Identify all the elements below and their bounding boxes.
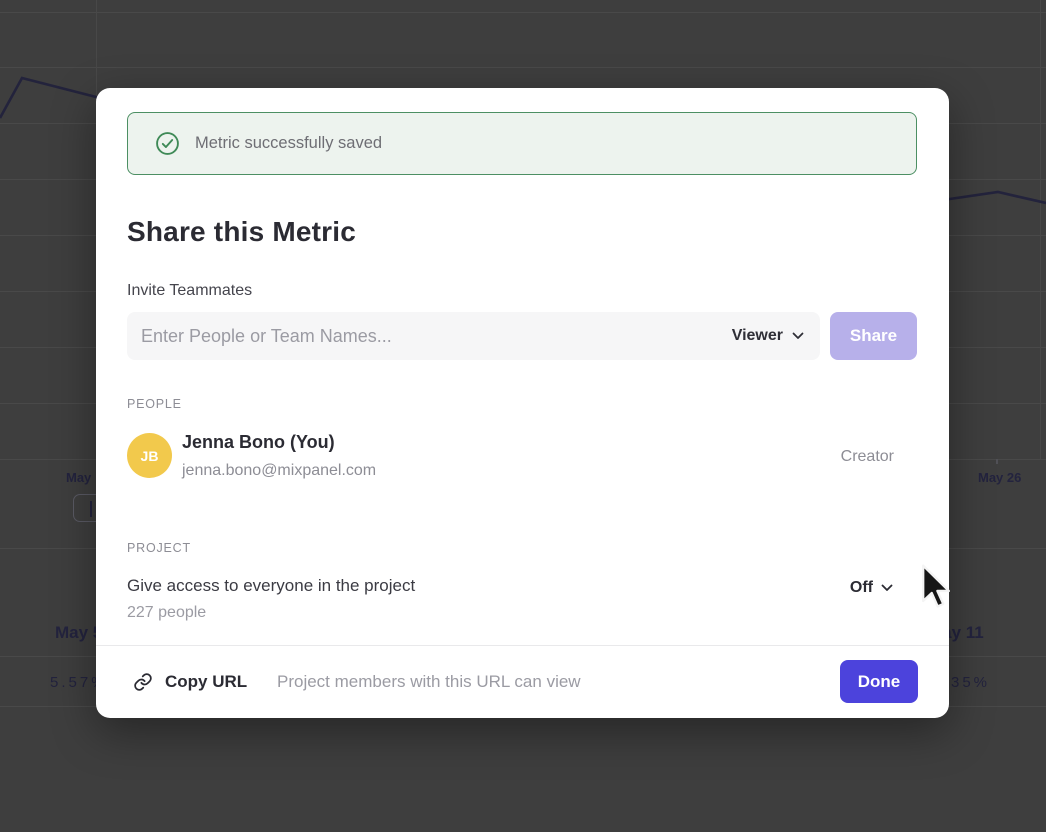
people-section-heading: PEOPLE [127, 397, 182, 411]
line-series-right-segment [936, 192, 1046, 203]
chevron-down-icon [792, 332, 804, 340]
x-axis-label-right: May 26 [978, 470, 1021, 485]
toast-message: Metric successfully saved [195, 134, 382, 153]
avatar: JB [127, 433, 172, 478]
modal-title: Share this Metric [127, 216, 356, 248]
project-access-label: Give access to everyone in the project [127, 576, 415, 596]
x-axis-tick [996, 459, 998, 464]
x-axis-label-left: May [66, 470, 91, 485]
share-modal-dialog: Metric successfully saved Share this Met… [96, 88, 949, 718]
share-button[interactable]: Share [830, 312, 917, 360]
done-button[interactable]: Done [840, 660, 918, 703]
link-icon [133, 672, 153, 692]
table-value-right: 35% [951, 674, 990, 691]
copy-url-label: Copy URL [165, 672, 247, 692]
project-access-dropdown-value: Off [850, 579, 873, 597]
role-dropdown[interactable]: Viewer [732, 312, 804, 360]
project-access-dropdown[interactable]: Off [850, 576, 893, 600]
line-series-left-segment [0, 78, 100, 118]
footer-divider [96, 645, 949, 646]
mouse-cursor [921, 564, 955, 610]
invite-people-input[interactable] [127, 312, 687, 360]
invite-field-container: Viewer [127, 312, 820, 360]
share-url-hint: Project members with this URL can view [277, 672, 581, 692]
success-toast: Metric successfully saved [127, 112, 917, 175]
project-member-count: 227 people [127, 604, 206, 622]
check-circle-icon [155, 131, 180, 156]
member-role-badge: Creator [841, 448, 894, 466]
member-email: jenna.bono@mixpanel.com [182, 462, 376, 480]
screen: May May 26 May 5 May 11 5.57% 35% Metric… [0, 0, 1046, 832]
member-name: Jenna Bono (You) [182, 432, 335, 453]
invite-teammates-label: Invite Teammates [127, 282, 252, 300]
project-section-heading: PROJECT [127, 541, 191, 555]
legend-chip-glyph [90, 501, 92, 517]
copy-url-button[interactable]: Copy URL [133, 666, 247, 698]
chevron-down-icon [881, 584, 893, 592]
role-dropdown-value: Viewer [732, 327, 783, 345]
